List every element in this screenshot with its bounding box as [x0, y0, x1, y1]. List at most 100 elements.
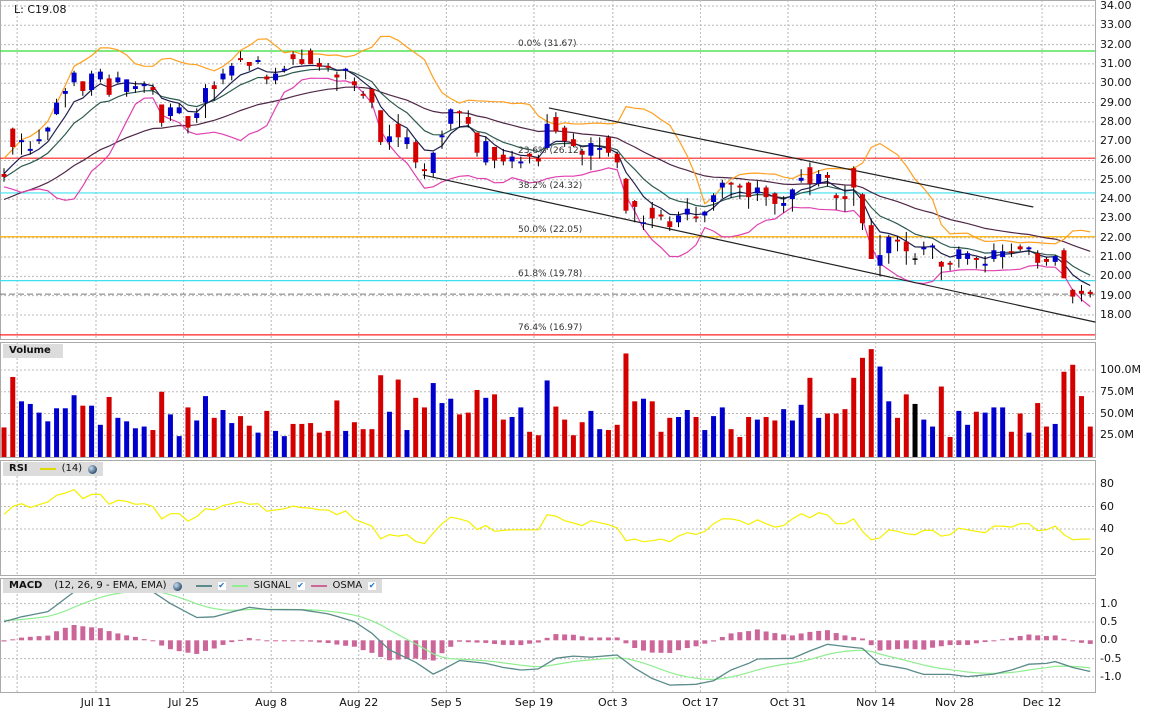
volume-bar[interactable]: [789, 420, 795, 457]
volume-bar[interactable]: [492, 394, 498, 457]
candle-body[interactable]: [886, 236, 892, 254]
volume-bar[interactable]: [124, 421, 130, 457]
candle-body[interactable]: [930, 245, 936, 248]
candle-body[interactable]: [80, 81, 86, 91]
volume-bar[interactable]: [614, 424, 620, 457]
candle-body[interactable]: [868, 225, 874, 259]
volume-bar[interactable]: [597, 429, 603, 457]
volume-bar[interactable]: [360, 429, 366, 457]
volume-bar[interactable]: [404, 430, 410, 457]
volume-bar[interactable]: [483, 397, 489, 457]
volume-bar[interactable]: [1026, 432, 1032, 457]
candle-body[interactable]: [728, 182, 734, 185]
candle-body[interactable]: [1043, 258, 1049, 262]
candle-body[interactable]: [430, 152, 436, 174]
candle-body[interactable]: [1008, 251, 1014, 253]
volume-bar[interactable]: [640, 398, 646, 457]
volume-bar[interactable]: [588, 410, 594, 457]
volume-bar[interactable]: [868, 349, 874, 457]
candle-body[interactable]: [500, 154, 506, 162]
candle-body[interactable]: [711, 195, 717, 202]
candle-body[interactable]: [167, 107, 173, 117]
stock-chart[interactable]: [0, 0, 1150, 717]
candle-body[interactable]: [106, 78, 112, 95]
volume-bar[interactable]: [176, 436, 182, 457]
volume-bar[interactable]: [1087, 426, 1093, 457]
candle-body[interactable]: [746, 182, 752, 198]
volume-bar[interactable]: [938, 386, 944, 457]
volume-bar[interactable]: [859, 357, 865, 457]
volume-bar[interactable]: [106, 396, 112, 457]
candle-body[interactable]: [895, 239, 901, 242]
volume-bar[interactable]: [36, 412, 42, 457]
candle-body[interactable]: [220, 73, 226, 80]
volume-bar[interactable]: [1052, 423, 1058, 457]
volume-bar[interactable]: [737, 436, 743, 457]
volume-bar[interactable]: [202, 396, 208, 457]
volume-bar[interactable]: [211, 417, 217, 457]
candle-body[interactable]: [132, 86, 138, 90]
candle-body[interactable]: [562, 127, 568, 142]
candle-body[interactable]: [115, 77, 121, 83]
volume-bar[interactable]: [763, 416, 769, 457]
volume-bar[interactable]: [1078, 396, 1084, 457]
candle-body[interactable]: [982, 263, 988, 266]
volume-bar[interactable]: [649, 401, 655, 457]
volume-bar[interactable]: [159, 391, 165, 457]
volume-bar[interactable]: [369, 429, 375, 457]
candle-body[interactable]: [965, 253, 971, 259]
candle-body[interactable]: [719, 182, 725, 188]
volume-bar[interactable]: [150, 430, 156, 457]
candle-body[interactable]: [1, 173, 7, 177]
candle-body[interactable]: [833, 195, 839, 199]
candle-body[interactable]: [912, 258, 918, 260]
volume-bar[interactable]: [167, 414, 173, 457]
candle-body[interactable]: [194, 113, 200, 118]
volume-bar[interactable]: [807, 377, 813, 457]
macd-visible-checkbox[interactable]: ✔: [217, 582, 226, 590]
volume-bar[interactable]: [570, 435, 576, 457]
volume-bar[interactable]: [1008, 431, 1014, 457]
volume-bar[interactable]: [833, 413, 839, 458]
candle-body[interactable]: [1026, 247, 1032, 250]
candle-body[interactable]: [903, 241, 909, 252]
volume-bar[interactable]: [746, 416, 752, 457]
candle-body[interactable]: [859, 194, 865, 224]
volume-bar[interactable]: [194, 420, 200, 457]
volume-bar[interactable]: [273, 430, 279, 457]
candle-body[interactable]: [973, 257, 979, 260]
candle-body[interactable]: [492, 146, 498, 161]
candle-body[interactable]: [474, 132, 480, 153]
volume-bar[interactable]: [877, 366, 883, 457]
volume-bar[interactable]: [781, 409, 787, 457]
volume-bar[interactable]: [238, 416, 244, 457]
volume-bar[interactable]: [465, 412, 471, 457]
candle-body[interactable]: [229, 65, 235, 76]
volume-bar[interactable]: [605, 430, 611, 457]
candle-body[interactable]: [1052, 256, 1058, 262]
volume-bar[interactable]: [912, 403, 918, 457]
volume-bar[interactable]: [895, 417, 901, 457]
volume-bar[interactable]: [851, 377, 857, 457]
volume-bar[interactable]: [509, 416, 515, 457]
volume-bar[interactable]: [991, 407, 997, 457]
volume-bar[interactable]: [886, 401, 892, 457]
volume-bar[interactable]: [439, 403, 445, 457]
candle-body[interactable]: [553, 117, 559, 132]
volume-bar[interactable]: [325, 430, 331, 457]
candle-body[interactable]: [343, 68, 349, 71]
volume-bar[interactable]: [973, 411, 979, 457]
candle-body[interactable]: [334, 74, 340, 78]
volume-bar[interactable]: [982, 412, 988, 457]
candle-body[interactable]: [605, 137, 611, 153]
candle-body[interactable]: [597, 147, 603, 150]
volume-bar[interactable]: [141, 426, 147, 457]
candle-body[interactable]: [1017, 246, 1023, 250]
candle-body[interactable]: [255, 60, 261, 62]
candle-body[interactable]: [202, 88, 208, 103]
candle-body[interactable]: [89, 73, 95, 90]
candle-body[interactable]: [658, 214, 664, 217]
candle-body[interactable]: [737, 185, 743, 188]
volume-bar[interactable]: [185, 407, 191, 457]
volume-bar[interactable]: [255, 432, 261, 457]
